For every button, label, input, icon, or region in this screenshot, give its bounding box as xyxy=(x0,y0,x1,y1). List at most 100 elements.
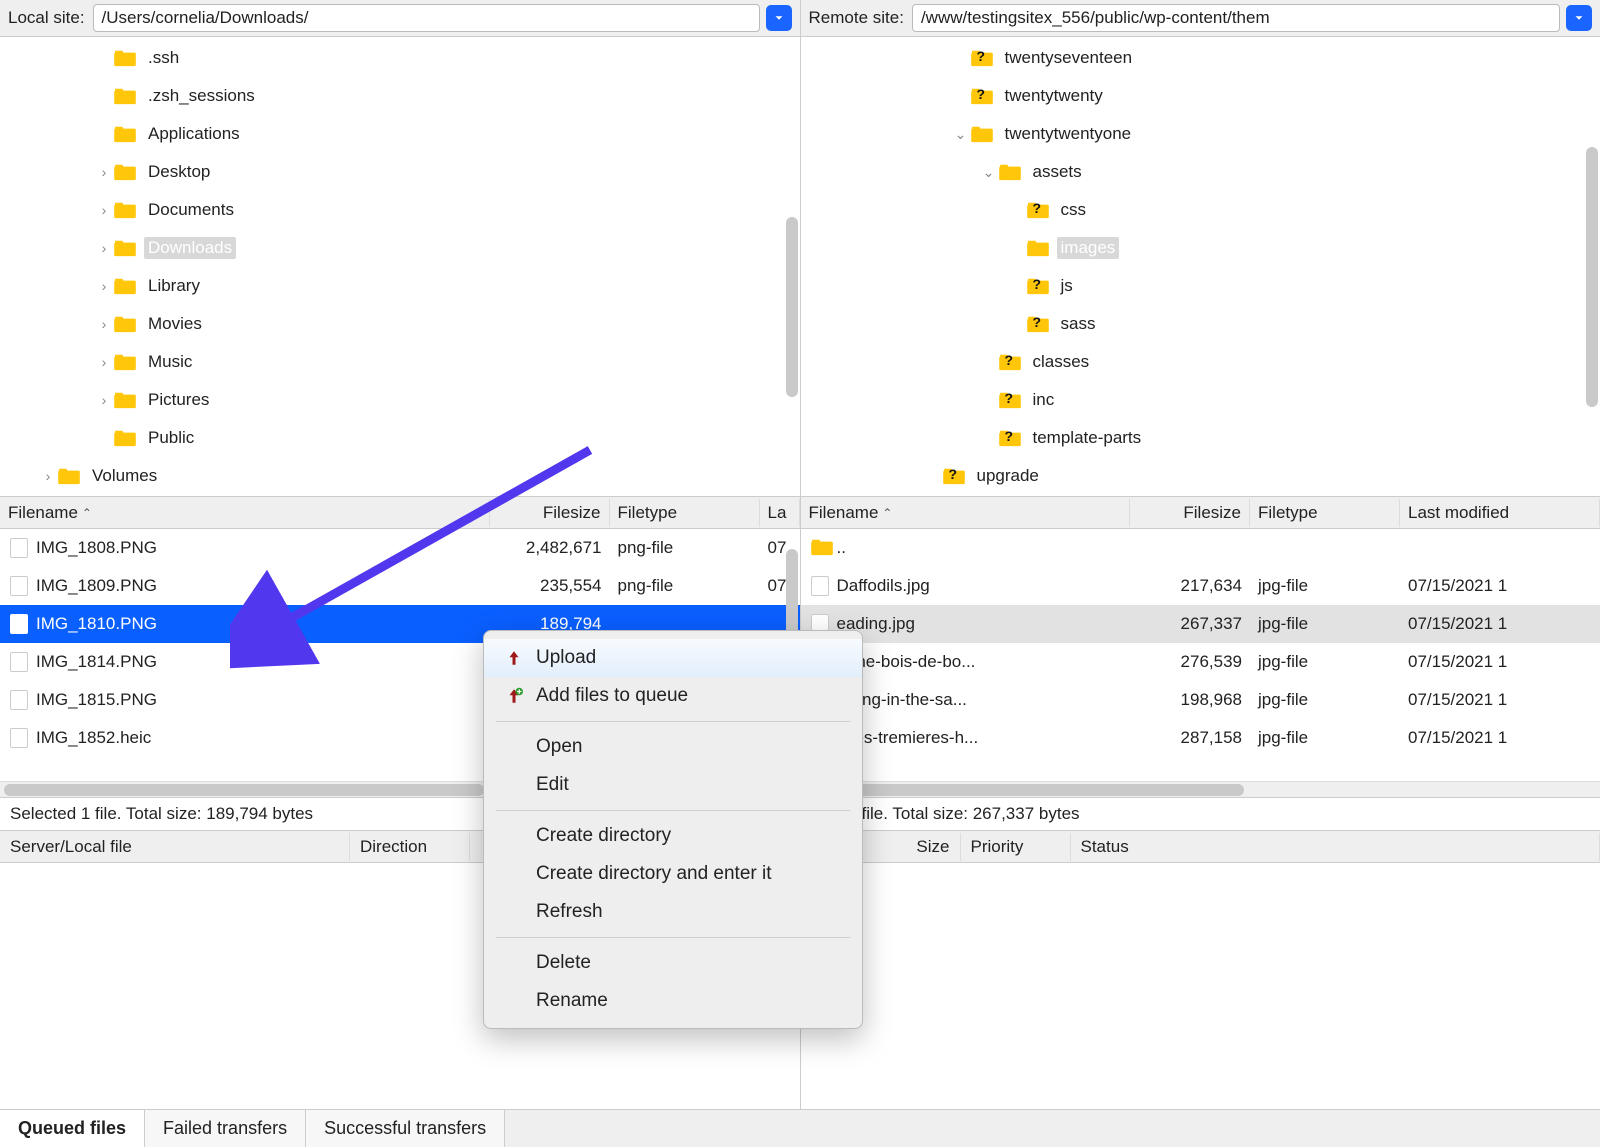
expander-icon[interactable]: › xyxy=(94,392,114,408)
scrollbar-thumb[interactable] xyxy=(1586,147,1598,407)
scrollbar-thumb[interactable] xyxy=(786,549,798,639)
col-filesize[interactable]: Filesize xyxy=(1130,499,1250,527)
qcol-status[interactable]: Status xyxy=(1071,833,1600,861)
expander-icon[interactable]: › xyxy=(94,240,114,256)
tree-item[interactable]: .ssh xyxy=(0,39,800,77)
tree-item[interactable]: ›Desktop xyxy=(0,153,800,191)
expander-icon[interactable]: ⌄ xyxy=(979,164,999,181)
folder-icon xyxy=(1027,239,1049,257)
file-icon xyxy=(10,538,28,558)
expander-icon[interactable]: ⌄ xyxy=(951,126,971,143)
tree-item[interactable]: ›Music xyxy=(0,343,800,381)
file-row[interactable]: laying-in-the-sa...198,968jpg-file07/15/… xyxy=(801,681,1600,719)
tree-item[interactable]: images xyxy=(801,229,1600,267)
expander-icon[interactable]: › xyxy=(94,164,114,180)
cm-rename[interactable]: Rename xyxy=(484,982,862,1020)
cm-create-dir-enter[interactable]: Create directory and enter it xyxy=(484,855,862,893)
expander-icon[interactable]: › xyxy=(94,354,114,370)
cm-upload[interactable]: Upload xyxy=(484,639,862,677)
tree-item[interactable]: inc xyxy=(801,381,1600,419)
file-name: IMG_1852.heic xyxy=(36,728,151,748)
folder-unknown-icon xyxy=(999,429,1021,447)
upload-icon xyxy=(504,649,524,667)
tree-item[interactable]: upgrade xyxy=(801,457,1600,495)
col-filetype[interactable]: Filetype xyxy=(1250,499,1400,527)
local-path-dropdown[interactable] xyxy=(766,5,792,31)
tree-item[interactable]: ›Volumes xyxy=(0,457,800,495)
tree-item[interactable]: css xyxy=(801,191,1600,229)
folder-unknown-icon xyxy=(999,353,1021,371)
remote-horizontal-scrollbar[interactable] xyxy=(801,781,1600,797)
file-row[interactable]: .. xyxy=(801,529,1600,567)
tab-queued[interactable]: Queued files xyxy=(0,1110,145,1147)
tree-item[interactable]: uploads xyxy=(801,495,1600,496)
cm-add-queue[interactable]: Add files to queue xyxy=(484,677,862,715)
tree-label: images xyxy=(1057,237,1120,259)
tree-label: Public xyxy=(144,427,198,449)
expander-icon[interactable]: › xyxy=(94,202,114,218)
remote-tree[interactable]: twentyseventeen twentytwenty⌄twentytwenty… xyxy=(801,37,1600,497)
file-size: 276,539 xyxy=(1130,652,1250,672)
file-row[interactable]: n-the-bois-de-bo...276,539jpg-file07/15/… xyxy=(801,643,1600,681)
cm-open[interactable]: Open xyxy=(484,728,862,766)
local-path-input[interactable]: /Users/cornelia/Downloads/ xyxy=(93,4,760,32)
col-filesize[interactable]: Filesize xyxy=(490,499,610,527)
tree-item[interactable]: ›Documents xyxy=(0,191,800,229)
scrollbar-thumb[interactable] xyxy=(786,217,798,397)
remote-path-dropdown[interactable] xyxy=(1566,5,1592,31)
tree-item[interactable]: sass xyxy=(801,305,1600,343)
bottom-tabs: Queued files Failed transfers Successful… xyxy=(0,1109,1600,1147)
tree-item[interactable]: ›Movies xyxy=(0,305,800,343)
folder-icon xyxy=(114,391,136,409)
col-lastmod[interactable]: Last modified xyxy=(1400,499,1600,527)
col-lastmod[interactable]: La xyxy=(760,499,800,527)
folder-unknown-icon xyxy=(1027,315,1049,333)
file-icon xyxy=(811,576,829,596)
sort-asc-icon: ⌃ xyxy=(82,506,92,520)
tree-item[interactable]: Applications xyxy=(0,115,800,153)
remote-path-input[interactable]: /www/testingsitex_556/public/wp-content/… xyxy=(912,4,1560,32)
tree-item[interactable]: twentyseventeen xyxy=(801,39,1600,77)
expander-icon[interactable]: › xyxy=(94,316,114,332)
tree-item[interactable]: ⌄ assets xyxy=(801,153,1600,191)
qcol-prio[interactable]: Priority xyxy=(961,833,1071,861)
queue-body-right[interactable] xyxy=(801,863,1600,1147)
col-filename[interactable]: Filename ⌃ xyxy=(801,499,1131,527)
tree-label: twentyseventeen xyxy=(1001,47,1137,69)
file-type: png-file xyxy=(610,538,760,558)
tree-item[interactable]: ⌄twentytwentyone xyxy=(801,115,1600,153)
tree-item[interactable]: template-parts xyxy=(801,419,1600,457)
tree-item[interactable]: Public xyxy=(0,419,800,457)
folder-icon xyxy=(114,125,136,143)
local-tree[interactable]: .ssh.zsh_sessionsApplications›Desktop›Do… xyxy=(0,37,800,497)
tree-item[interactable]: ›Library xyxy=(0,267,800,305)
tree-item[interactable]: classes xyxy=(801,343,1600,381)
expander-icon[interactable]: › xyxy=(38,468,58,484)
remote-panel: Remote site: /www/testingsitex_556/publi… xyxy=(801,0,1600,1147)
col-filename[interactable]: Filename ⌃ xyxy=(0,499,490,527)
folder-unknown-icon xyxy=(1027,277,1049,295)
file-row[interactable]: IMG_1808.PNG2,482,671png-file07 xyxy=(0,529,800,567)
file-row[interactable]: eading.jpg267,337jpg-file07/15/2021 1 xyxy=(801,605,1600,643)
qcol-dir[interactable]: Direction xyxy=(350,833,470,861)
cm-delete[interactable]: Delete xyxy=(484,944,862,982)
file-row[interactable]: Daffodils.jpg217,634jpg-file07/15/2021 1 xyxy=(801,567,1600,605)
tree-item[interactable]: twentytwenty xyxy=(801,77,1600,115)
folder-icon xyxy=(114,315,136,333)
file-row[interactable]: oses-tremieres-h...287,158jpg-file07/15/… xyxy=(801,719,1600,757)
tab-failed[interactable]: Failed transfers xyxy=(145,1110,306,1147)
tree-item[interactable]: ›Pictures xyxy=(0,381,800,419)
cm-create-dir[interactable]: Create directory xyxy=(484,817,862,855)
cm-edit[interactable]: Edit xyxy=(484,766,862,804)
file-row[interactable]: IMG_1809.PNG235,554png-file07 xyxy=(0,567,800,605)
cm-refresh[interactable]: Refresh xyxy=(484,893,862,931)
tree-item[interactable]: .zsh_sessions xyxy=(0,77,800,115)
tree-label: assets xyxy=(1029,161,1086,183)
col-filetype[interactable]: Filetype xyxy=(610,499,760,527)
tree-item[interactable]: ›Downloads xyxy=(0,229,800,267)
qcol-file[interactable]: Server/Local file xyxy=(0,833,350,861)
tree-item[interactable]: js xyxy=(801,267,1600,305)
tab-success[interactable]: Successful transfers xyxy=(306,1110,505,1147)
remote-file-list[interactable]: ..Daffodils.jpg217,634jpg-file07/15/2021… xyxy=(801,529,1600,781)
expander-icon[interactable]: › xyxy=(94,278,114,294)
